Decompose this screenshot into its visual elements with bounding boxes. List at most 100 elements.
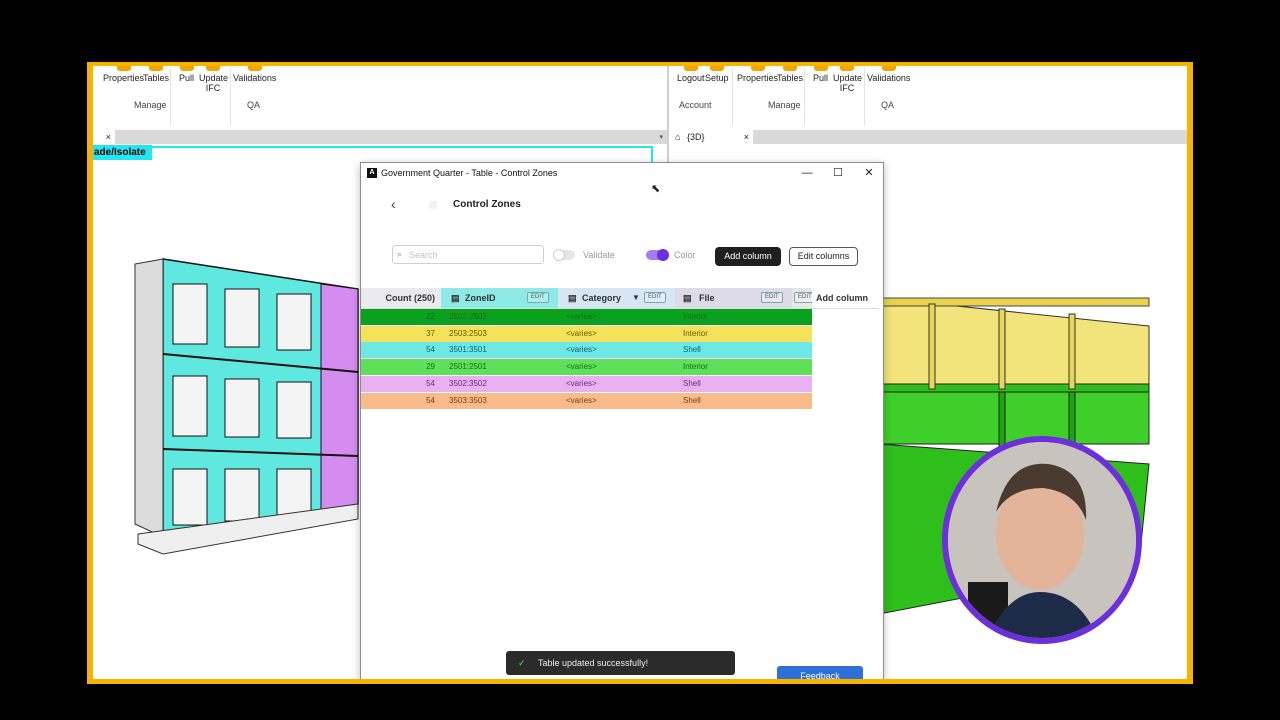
app-icon: A [367,168,377,178]
group-qa-right: QA [881,100,895,110]
left-tab-close[interactable]: × [93,130,115,144]
pull-icon [813,66,828,71]
file-cell: Shell [683,378,701,388]
validate-label: Validate [583,250,615,260]
edit-partial-button[interactable]: EDIT [794,292,812,303]
tab-3d-close[interactable]: × [744,130,749,144]
check-icon: ✓ [518,658,526,668]
zone-cell: 2502:2502 [449,312,487,321]
validations-icon [881,66,896,71]
tables-icon [149,66,163,71]
update-ifc-button-right[interactable]: Update IFC [833,66,862,93]
ribbon-separator [170,68,171,126]
minimize-button[interactable]: — [794,163,820,183]
table-icon [429,201,437,209]
right-tab-strip: ⌂ {3D} × [669,130,1187,144]
ribbon-separator [732,68,733,126]
ribbon-separator [804,68,805,126]
add-column-header[interactable]: Add column [816,293,868,303]
validations-button-right[interactable]: Validations [867,66,910,83]
pull-button-right[interactable]: Pull [813,66,828,83]
success-toast: ✓ Table updated successfully! [506,651,735,675]
back-chevron-icon[interactable]: ‹ [391,196,396,212]
edit-columns-button[interactable]: Edit columns [789,247,858,266]
category-cell: <varies> [566,328,597,338]
validations-button[interactable]: Validations [233,66,276,83]
count-cell: 37 [426,328,435,338]
count-cell: 29 [426,362,435,372]
color-label: Color [674,250,696,260]
table-row[interactable]: 54 3501:3501 <varies> Shell [361,342,812,359]
edit-zoneid-button[interactable]: EDIT [527,292,549,303]
tab-dropdown-icon[interactable]: ▾ [659,133,663,141]
properties-button[interactable]: Properties [103,66,144,83]
table-row[interactable]: 22 2502:2502 <varies> Interior [361,309,812,325]
zone-cell: 2503:2503 [449,328,487,338]
table-row[interactable]: 54 3502:3502 <varies> Shell [361,375,812,392]
column-partial[interactable]: EDIT [792,288,812,308]
column-file[interactable]: ▤ File EDIT [675,288,792,308]
properties-icon [116,66,131,71]
table-row[interactable]: 54 3503:3503 <varies> Shell [361,392,812,409]
add-column-button[interactable]: Add column [715,247,781,266]
table-row[interactable]: 37 2503:2503 <varies> Interior [361,325,812,342]
validate-toggle-knob [553,249,565,261]
logout-icon [683,66,698,71]
zone-cell: 3501:3501 [449,345,487,355]
setup-button[interactable]: Setup [705,66,729,83]
color-toggle[interactable] [646,249,669,261]
group-manage-right: Manage [768,100,801,110]
group-account: Account [679,100,712,110]
column-type-icon: ▤ [451,293,460,303]
tables-button-right[interactable]: Tables [777,66,803,83]
tab-3d[interactable]: ⌂ {3D} × [669,130,753,144]
tables-icon [783,66,797,71]
category-cell: <varies> [566,362,597,372]
properties-button-right[interactable]: Properties [737,66,778,83]
category-cell: <varies> [566,378,597,388]
category-cell: <varies> [566,312,597,321]
ribbon-separator [864,68,865,126]
validate-toggle[interactable] [553,249,575,261]
page-title: Control Zones [453,199,521,210]
dialog-titlebar[interactable]: A Government Quarter - Table - Control Z… [361,163,883,183]
update-ifc-icon [840,66,854,71]
validations-icon [247,66,262,71]
file-cell: Interior [683,362,708,372]
column-type-icon: ▤ [568,293,577,303]
right-ribbon: Logout Setup Properties Tables Pull Upda… [669,66,1187,131]
tables-button[interactable]: Tables [143,66,169,83]
zone-cell: 2501:2501 [449,362,487,372]
column-category[interactable]: ▤ Category ▼ EDIT [558,288,675,308]
table-header: Count (250) ▤ ZoneID ⇕ EDIT ▤ Category ▼… [361,288,812,308]
maximize-button[interactable]: ☐ [825,163,851,183]
gear-icon [709,66,724,71]
file-cell: Shell [683,395,701,405]
logout-button[interactable]: Logout [677,66,705,83]
column-zoneid[interactable]: ▤ ZoneID ⇕ EDIT [441,288,604,308]
file-cell: Interior [683,312,708,321]
search-input[interactable] [409,248,539,262]
zone-cell: 3502:3502 [449,378,487,388]
presenter-silhouette [948,442,1136,638]
update-ifc-icon [206,66,220,71]
category-cell: <varies> [566,395,597,405]
filter-icon[interactable]: ▼ [632,288,640,308]
group-qa: QA [247,100,261,110]
column-count[interactable]: Count (250) [361,288,441,308]
edit-category-button[interactable]: EDIT [644,292,666,303]
search-box[interactable]: ⌕ [392,245,544,264]
edit-file-button[interactable]: EDIT [761,292,783,303]
zone-cell: 3503:3503 [449,395,487,405]
close-window-button[interactable]: ✕ [856,163,882,183]
pull-icon [179,66,194,71]
pull-button[interactable]: Pull [179,66,194,83]
table-row[interactable]: 29 2501:2501 <varies> Interior [361,359,812,376]
file-cell: Shell [683,345,701,355]
count-cell: 54 [426,378,435,388]
count-cell: 54 [426,345,435,355]
properties-icon [750,66,765,71]
update-ifc-button[interactable]: Update IFC [199,66,228,93]
feedback-button[interactable]: Feedback [777,666,863,679]
home-icon: ⌂ [675,132,681,142]
